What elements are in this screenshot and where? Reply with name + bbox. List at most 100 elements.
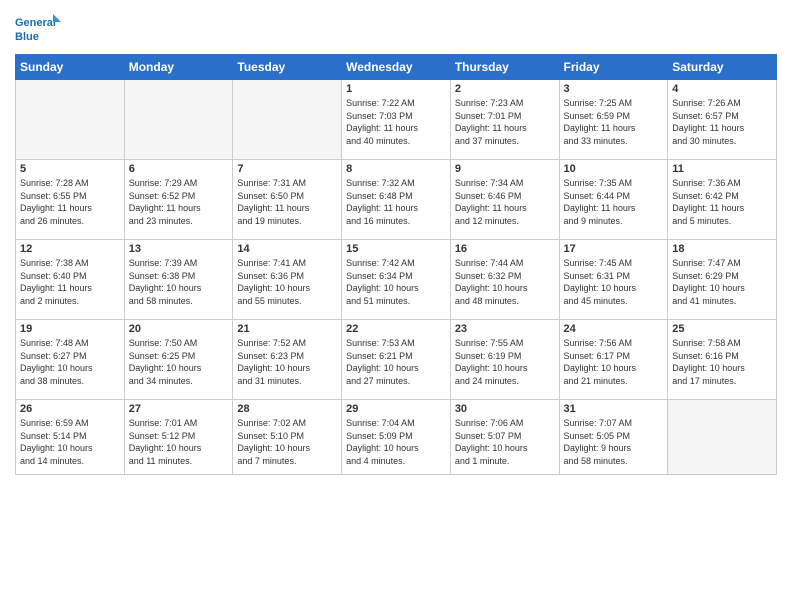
calendar-cell: 22 Sunrise: 7:53 AM Sunset: 6:21 PM Dayli… <box>342 320 451 400</box>
calendar-cell <box>233 80 342 160</box>
calendar-week-row: 1 Sunrise: 7:22 AM Sunset: 7:03 PM Daylig… <box>16 80 777 160</box>
day-info: Sunrise: 7:39 AM Sunset: 6:38 PM Dayligh… <box>129 257 229 307</box>
day-info: Sunrise: 7:36 AM Sunset: 6:42 PM Dayligh… <box>672 177 772 227</box>
day-number: 26 <box>20 403 120 415</box>
day-number: 13 <box>129 243 229 255</box>
calendar-cell: 18 Sunrise: 7:47 AM Sunset: 6:29 PM Dayli… <box>668 240 777 320</box>
day-number: 27 <box>129 403 229 415</box>
page: General Blue SundayMondayTuesdayWednesda… <box>0 0 792 612</box>
day-number: 1 <box>346 83 446 95</box>
day-info: Sunrise: 7:44 AM Sunset: 6:32 PM Dayligh… <box>455 257 555 307</box>
day-number: 9 <box>455 163 555 175</box>
day-info: Sunrise: 7:23 AM Sunset: 7:01 PM Dayligh… <box>455 97 555 147</box>
day-info: Sunrise: 7:38 AM Sunset: 6:40 PM Dayligh… <box>20 257 120 307</box>
day-number: 15 <box>346 243 446 255</box>
calendar-week-row: 19 Sunrise: 7:48 AM Sunset: 6:27 PM Dayli… <box>16 320 777 400</box>
calendar-cell: 15 Sunrise: 7:42 AM Sunset: 6:34 PM Dayli… <box>342 240 451 320</box>
calendar-week-row: 26 Sunrise: 6:59 AM Sunset: 5:14 PM Dayli… <box>16 400 777 475</box>
svg-text:General: General <box>15 17 56 29</box>
weekday-header: Saturday <box>668 55 777 80</box>
calendar-header-row: SundayMondayTuesdayWednesdayThursdayFrid… <box>16 55 777 80</box>
calendar-cell: 7 Sunrise: 7:31 AM Sunset: 6:50 PM Daylig… <box>233 160 342 240</box>
calendar-cell: 14Sunrise: 7:41 AM Sunset: 6:36 PM Dayli… <box>233 240 342 320</box>
day-info: Sunrise: 7:52 AM Sunset: 6:23 PM Dayligh… <box>237 337 337 387</box>
day-number: 7 <box>237 163 337 175</box>
day-number: 21 <box>237 323 337 335</box>
weekday-header: Monday <box>124 55 233 80</box>
day-info: Sunrise: 7:45 AM Sunset: 6:31 PM Dayligh… <box>564 257 664 307</box>
day-number: 23 <box>455 323 555 335</box>
logo-svg: General Blue <box>15 10 65 48</box>
header: General Blue <box>15 10 777 48</box>
weekday-header: Thursday <box>450 55 559 80</box>
calendar-cell: 11Sunrise: 7:36 AM Sunset: 6:42 PM Dayli… <box>668 160 777 240</box>
day-number: 17 <box>564 243 664 255</box>
calendar-cell: 29 Sunrise: 7:04 AM Sunset: 5:09 PM Dayli… <box>342 400 451 475</box>
calendar-cell: 1 Sunrise: 7:22 AM Sunset: 7:03 PM Daylig… <box>342 80 451 160</box>
day-info: Sunrise: 7:28 AM Sunset: 6:55 PM Dayligh… <box>20 177 120 227</box>
day-info: Sunrise: 7:48 AM Sunset: 6:27 PM Dayligh… <box>20 337 120 387</box>
day-info: Sunrise: 7:58 AM Sunset: 6:16 PM Dayligh… <box>672 337 772 387</box>
weekday-header: Sunday <box>16 55 125 80</box>
calendar-cell: 16 Sunrise: 7:44 AM Sunset: 6:32 PM Dayli… <box>450 240 559 320</box>
day-info: Sunrise: 7:56 AM Sunset: 6:17 PM Dayligh… <box>564 337 664 387</box>
day-info: Sunrise: 7:42 AM Sunset: 6:34 PM Dayligh… <box>346 257 446 307</box>
calendar-cell: 19 Sunrise: 7:48 AM Sunset: 6:27 PM Dayli… <box>16 320 125 400</box>
day-info: Sunrise: 7:31 AM Sunset: 6:50 PM Dayligh… <box>237 177 337 227</box>
day-number: 12 <box>20 243 120 255</box>
day-info: Sunrise: 7:35 AM Sunset: 6:44 PM Dayligh… <box>564 177 664 227</box>
calendar-cell <box>16 80 125 160</box>
day-info: Sunrise: 7:04 AM Sunset: 5:09 PM Dayligh… <box>346 417 446 467</box>
day-info: Sunrise: 7:06 AM Sunset: 5:07 PM Dayligh… <box>455 417 555 467</box>
calendar-cell: 31Sunrise: 7:07 AM Sunset: 5:05 PM Dayli… <box>559 400 668 475</box>
day-info: Sunrise: 7:53 AM Sunset: 6:21 PM Dayligh… <box>346 337 446 387</box>
calendar-cell: 4 Sunrise: 7:26 AM Sunset: 6:57 PM Daylig… <box>668 80 777 160</box>
day-number: 20 <box>129 323 229 335</box>
calendar-cell: 30Sunrise: 7:06 AM Sunset: 5:07 PM Dayli… <box>450 400 559 475</box>
calendar-cell: 28 Sunrise: 7:02 AM Sunset: 5:10 PM Dayli… <box>233 400 342 475</box>
day-info: Sunrise: 7:26 AM Sunset: 6:57 PM Dayligh… <box>672 97 772 147</box>
day-number: 29 <box>346 403 446 415</box>
calendar-week-row: 12 Sunrise: 7:38 AM Sunset: 6:40 PM Dayli… <box>16 240 777 320</box>
day-number: 10 <box>564 163 664 175</box>
calendar-cell: 17 Sunrise: 7:45 AM Sunset: 6:31 PM Dayli… <box>559 240 668 320</box>
day-number: 16 <box>455 243 555 255</box>
calendar-cell: 21 Sunrise: 7:52 AM Sunset: 6:23 PM Dayli… <box>233 320 342 400</box>
calendar-cell: 25 Sunrise: 7:58 AM Sunset: 6:16 PM Dayli… <box>668 320 777 400</box>
day-number: 14 <box>237 243 337 255</box>
day-info: Sunrise: 7:02 AM Sunset: 5:10 PM Dayligh… <box>237 417 337 467</box>
day-info: Sunrise: 7:25 AM Sunset: 6:59 PM Dayligh… <box>564 97 664 147</box>
calendar-cell: 10 Sunrise: 7:35 AM Sunset: 6:44 PM Dayli… <box>559 160 668 240</box>
calendar-cell <box>124 80 233 160</box>
calendar-cell: 26 Sunrise: 6:59 AM Sunset: 5:14 PM Dayli… <box>16 400 125 475</box>
day-info: Sunrise: 7:47 AM Sunset: 6:29 PM Dayligh… <box>672 257 772 307</box>
day-number: 25 <box>672 323 772 335</box>
day-info: Sunrise: 7:01 AM Sunset: 5:12 PM Dayligh… <box>129 417 229 467</box>
day-info: Sunrise: 7:50 AM Sunset: 6:25 PM Dayligh… <box>129 337 229 387</box>
calendar-cell <box>668 400 777 475</box>
day-info: Sunrise: 7:55 AM Sunset: 6:19 PM Dayligh… <box>455 337 555 387</box>
day-number: 31 <box>564 403 664 415</box>
day-number: 24 <box>564 323 664 335</box>
day-number: 19 <box>20 323 120 335</box>
weekday-header: Wednesday <box>342 55 451 80</box>
calendar-cell: 8Sunrise: 7:32 AM Sunset: 6:48 PM Daylig… <box>342 160 451 240</box>
day-number: 22 <box>346 323 446 335</box>
calendar-cell: 27 Sunrise: 7:01 AM Sunset: 5:12 PM Dayli… <box>124 400 233 475</box>
calendar-cell: 6Sunrise: 7:29 AM Sunset: 6:52 PM Daylig… <box>124 160 233 240</box>
logo: General Blue <box>15 10 65 48</box>
svg-text:Blue: Blue <box>15 31 39 43</box>
day-number: 4 <box>672 83 772 95</box>
day-info: Sunrise: 7:22 AM Sunset: 7:03 PM Dayligh… <box>346 97 446 147</box>
day-info: Sunrise: 7:34 AM Sunset: 6:46 PM Dayligh… <box>455 177 555 227</box>
calendar-cell: 9 Sunrise: 7:34 AM Sunset: 6:46 PM Daylig… <box>450 160 559 240</box>
calendar-week-row: 5 Sunrise: 7:28 AM Sunset: 6:55 PM Daylig… <box>16 160 777 240</box>
day-number: 18 <box>672 243 772 255</box>
day-info: Sunrise: 6:59 AM Sunset: 5:14 PM Dayligh… <box>20 417 120 467</box>
calendar: SundayMondayTuesdayWednesdayThursdayFrid… <box>15 54 777 475</box>
calendar-cell: 20 Sunrise: 7:50 AM Sunset: 6:25 PM Dayli… <box>124 320 233 400</box>
day-number: 5 <box>20 163 120 175</box>
day-number: 28 <box>237 403 337 415</box>
day-info: Sunrise: 7:32 AM Sunset: 6:48 PM Dayligh… <box>346 177 446 227</box>
weekday-header: Friday <box>559 55 668 80</box>
